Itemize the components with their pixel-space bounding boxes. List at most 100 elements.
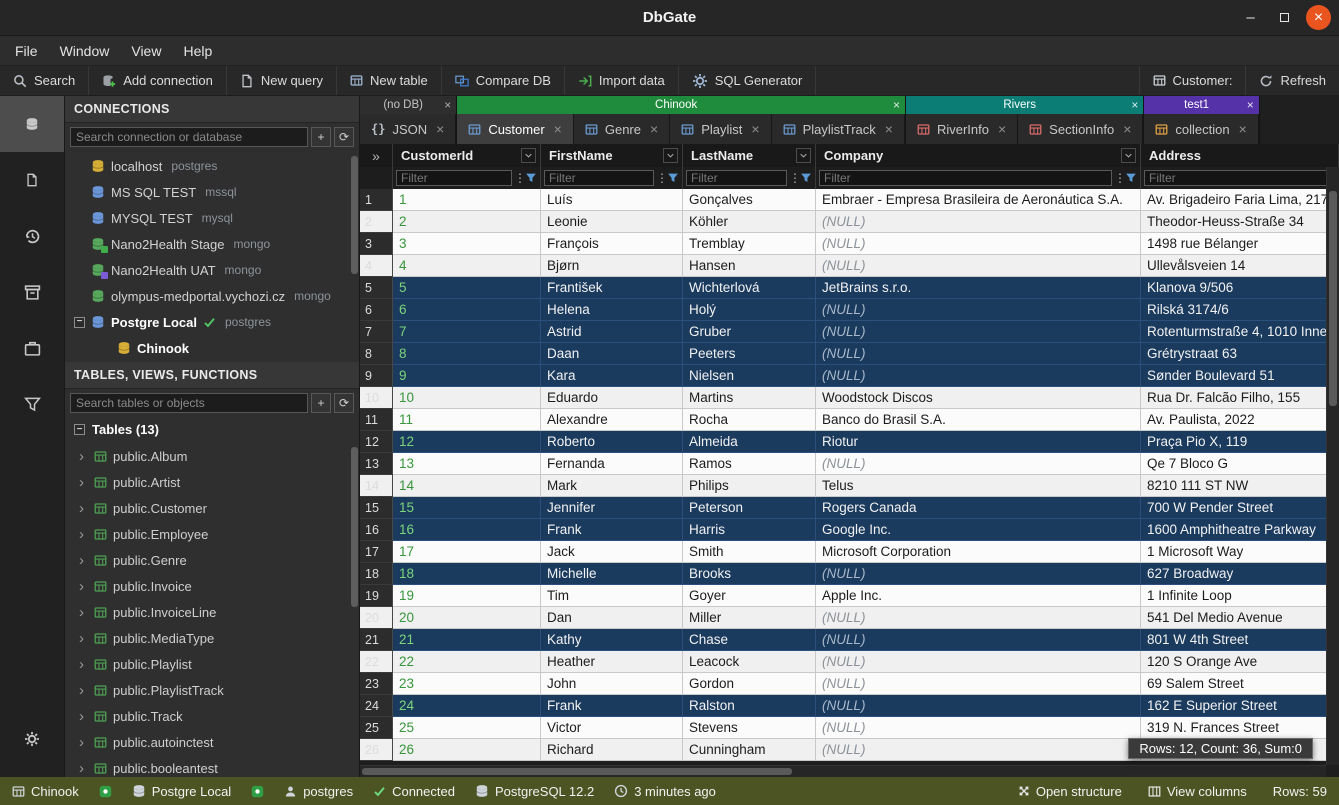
close-icon[interactable]: × — [436, 121, 444, 137]
filter-input-company[interactable] — [819, 170, 1112, 186]
row-number[interactable]: 6 — [360, 299, 393, 321]
cell-firstname[interactable]: František — [541, 277, 683, 299]
close-button[interactable]: × — [1306, 5, 1331, 30]
cell-lastname[interactable]: Brooks — [683, 563, 816, 585]
grid-row[interactable]: 1414MarkPhilipsTelus8210 111 ST NW — [360, 475, 1339, 497]
column-header-firstname[interactable]: FirstName — [541, 144, 683, 167]
cell-customerid[interactable]: 12 — [393, 431, 541, 453]
cell-firstname[interactable]: Roberto — [541, 431, 683, 453]
cell-lastname[interactable]: Tremblay — [683, 233, 816, 255]
grid-row[interactable]: 99KaraNielsen(NULL)Sønder Boulevard 51 — [360, 365, 1339, 387]
cell-customerid[interactable]: 6 — [393, 299, 541, 321]
table-public-playlisttrack[interactable]: ›public.PlaylistTrack — [65, 677, 359, 703]
close-icon[interactable]: × — [751, 121, 759, 137]
tab-playlist[interactable]: Playlist× — [670, 114, 771, 144]
grid-row[interactable]: 2020DanMiller(NULL)541 Del Medio Avenue — [360, 607, 1339, 629]
filter-funnel-icon[interactable] — [800, 172, 812, 184]
cell-customerid[interactable]: 18 — [393, 563, 541, 585]
cell-customerid[interactable]: 23 — [393, 673, 541, 695]
table-public-invoice[interactable]: ›public.Invoice — [65, 573, 359, 599]
grid-row[interactable]: 1818MichelleBrooks(NULL)627 Broadway — [360, 563, 1339, 585]
cell-customerid[interactable]: 24 — [393, 695, 541, 717]
cell-lastname[interactable]: Stevens — [683, 717, 816, 739]
menu-file[interactable]: File — [4, 36, 49, 65]
row-number[interactable]: 11 — [360, 409, 393, 431]
status-open-structure[interactable]: Open structure — [1018, 784, 1122, 799]
cell-firstname[interactable]: Frank — [541, 519, 683, 541]
cell-company[interactable]: Apple Inc. — [816, 585, 1141, 607]
close-icon[interactable]: × — [885, 121, 893, 137]
filter-menu-icon[interactable]: ⋮ — [514, 171, 523, 185]
db-group-chinook[interactable]: Chinook× — [457, 96, 905, 114]
toolbar-search-button[interactable]: Search — [0, 66, 89, 95]
cell-customerid[interactable]: 25 — [393, 717, 541, 739]
cell-firstname[interactable]: Eduardo — [541, 387, 683, 409]
cell-customerid[interactable]: 9 — [393, 365, 541, 387]
table-public-customer[interactable]: ›public.Customer — [65, 495, 359, 521]
connection-mysql-test[interactable]: MYSQL TESTmysql — [65, 205, 359, 231]
cell-address[interactable]: 1498 rue Bélanger — [1141, 233, 1339, 255]
connections-search-input[interactable] — [70, 127, 308, 147]
tables-search-input[interactable] — [70, 393, 308, 413]
toolbar-import-data-button[interactable]: Import data — [565, 66, 679, 95]
cell-customerid[interactable]: 7 — [393, 321, 541, 343]
close-icon[interactable]: × — [1131, 98, 1138, 112]
status-postgre-local[interactable]: Postgre Local — [132, 784, 232, 799]
cell-address[interactable]: 69 Salem Street — [1141, 673, 1339, 695]
cell-firstname[interactable]: Mark — [541, 475, 683, 497]
cell-address[interactable]: Rilská 3174/6 — [1141, 299, 1339, 321]
connection-postgre-local[interactable]: −Postgre Localpostgres — [65, 309, 359, 335]
cell-company[interactable]: Microsoft Corporation — [816, 541, 1141, 563]
cell-company[interactable]: (NULL) — [816, 717, 1141, 739]
cell-address[interactable]: 1600 Amphitheatre Parkway — [1141, 519, 1339, 541]
filter-input-firstname[interactable] — [544, 170, 654, 186]
row-number[interactable]: 2 — [360, 211, 393, 233]
cell-firstname[interactable]: Kara — [541, 365, 683, 387]
row-number[interactable]: 12 — [360, 431, 393, 453]
status-postgresql-12-2[interactable]: PostgreSQL 12.2 — [475, 784, 594, 799]
cell-lastname[interactable]: Harris — [683, 519, 816, 541]
filter-menu-icon[interactable]: ⋮ — [789, 171, 798, 185]
table-public-artist[interactable]: ›public.Artist — [65, 469, 359, 495]
menu-window[interactable]: Window — [49, 36, 121, 65]
close-icon[interactable]: × — [554, 121, 562, 137]
cell-address[interactable]: 541 Del Medio Avenue — [1141, 607, 1339, 629]
row-number[interactable]: 13 — [360, 453, 393, 475]
cell-customerid[interactable]: 22 — [393, 651, 541, 673]
table-public-track[interactable]: ›public.Track — [65, 703, 359, 729]
cell-lastname[interactable]: Miller — [683, 607, 816, 629]
cell-lastname[interactable]: Ralston — [683, 695, 816, 717]
cell-company[interactable]: Banco do Brasil S.A. — [816, 409, 1141, 431]
cell-lastname[interactable]: Nielsen — [683, 365, 816, 387]
row-number[interactable]: 19 — [360, 585, 393, 607]
cell-customerid[interactable]: 17 — [393, 541, 541, 563]
toolbar-customer-button[interactable]: Customer: — [1139, 66, 1246, 95]
cell-firstname[interactable]: Dan — [541, 607, 683, 629]
grid-row[interactable]: 1010EduardoMartinsWoodstock DiscosRua Dr… — [360, 387, 1339, 409]
row-number[interactable]: 4 — [360, 255, 393, 277]
cell-firstname[interactable]: Heather — [541, 651, 683, 673]
cell-customerid[interactable]: 19 — [393, 585, 541, 607]
row-number[interactable]: 8 — [360, 343, 393, 365]
toolbar-add-connection-button[interactable]: Add connection — [89, 66, 227, 95]
column-dropdown-icon[interactable] — [1121, 148, 1136, 163]
cell-lastname[interactable]: Rocha — [683, 409, 816, 431]
cell-company[interactable]: (NULL) — [816, 453, 1141, 475]
cell-address[interactable]: 8210 111 ST NW — [1141, 475, 1339, 497]
grid-row[interactable]: 55FrantišekWichterlováJetBrains s.r.o.Kl… — [360, 277, 1339, 299]
cell-company[interactable]: JetBrains s.r.o. — [816, 277, 1141, 299]
table-public-booleantest[interactable]: ›public.booleantest — [65, 755, 359, 777]
cell-firstname[interactable]: Leonie — [541, 211, 683, 233]
cell-lastname[interactable]: Cunningham — [683, 739, 816, 761]
grid-row[interactable]: 2121KathyChase(NULL)801 W 4th Street — [360, 629, 1339, 651]
cell-customerid[interactable]: 21 — [393, 629, 541, 651]
row-number[interactable]: 26 — [360, 739, 393, 761]
grid-corner-expand-icon[interactable]: » — [360, 144, 393, 167]
close-icon[interactable]: × — [444, 98, 451, 112]
cell-lastname[interactable]: Hansen — [683, 255, 816, 277]
cell-company[interactable]: (NULL) — [816, 321, 1141, 343]
collapse-icon[interactable]: − — [74, 317, 85, 328]
db-group-test1[interactable]: test1× — [1144, 96, 1258, 114]
add-table-small-button[interactable]: + — [311, 393, 331, 413]
status-3-minutes-ago[interactable]: 3 minutes ago — [614, 784, 716, 799]
